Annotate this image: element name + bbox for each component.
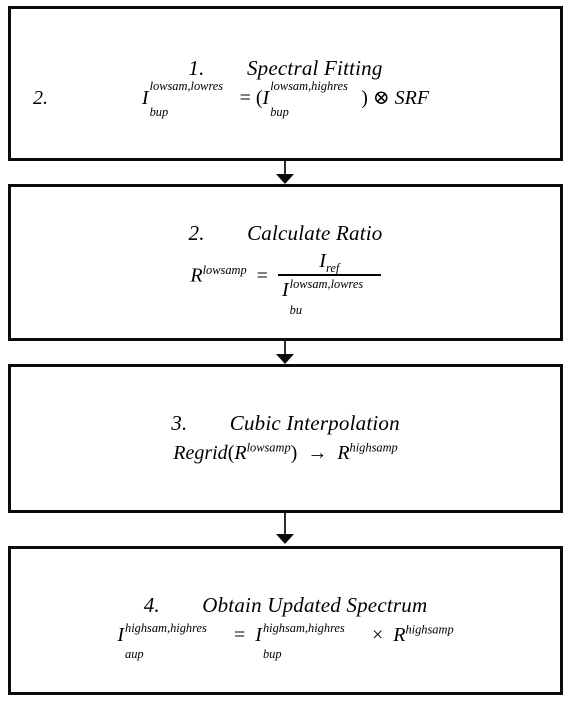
tensor-product-icon: ⊗ [372, 86, 390, 109]
step-3-argument-base: R [234, 441, 247, 464]
connector-line-3 [284, 513, 286, 535]
step-1-rhs-subscript: bup [270, 104, 289, 119]
step-2-relation: = [256, 264, 268, 287]
step-3-result-superscript: highsamp [349, 440, 398, 455]
step-2-fraction: Iref Ilowsam,lowres bu [277, 250, 381, 317]
flowchart-step-2: 2. Calculate Ratio Rlowsamp = Iref Ilows… [8, 184, 563, 341]
connector-line-2 [284, 341, 286, 355]
step-2-lhs-base: R [190, 264, 203, 287]
step-1-lhs-base: I [141, 86, 149, 109]
step-4-rhs-base: I [255, 623, 262, 646]
step-3-content: 3. Cubic Interpolation Regrid(Rlowsamp) … [11, 412, 560, 465]
step-4-lhs-subscript: aup [125, 647, 144, 662]
step-4-rhs-subscript: bup [262, 647, 282, 662]
step-1-operand: SRF [394, 86, 430, 109]
step-1-close-paren: ) [361, 86, 368, 109]
step-2-formula: Rlowsamp = Iref Ilowsam,lowres bu [15, 250, 556, 317]
step-3-argument-superscript: lowsamp [246, 440, 291, 455]
multiplication-icon: × [371, 623, 384, 646]
step-2-numerator-base: I [319, 250, 326, 273]
step-4-title: 4. Obtain Updated Spectrum [143, 593, 428, 618]
flowchart-diagram: 1. Spectral Fitting 2. Ilowsam,lowres bup… [0, 0, 575, 704]
step-2-denominator-subscript: bu [289, 302, 303, 317]
step-2-denominator: Ilowsam,lowres bu [278, 276, 381, 317]
right-arrow-icon: → [307, 441, 328, 464]
step-4-content: 4. Obtain Updated Spectrum Ihighsam,high… [11, 593, 560, 661]
flowchart-step-4: 4. Obtain Updated Spectrum Ihighsam,high… [8, 546, 563, 695]
step-4-formula: Ihighsam,highres aup = Ihighsam,highres bu… [15, 621, 556, 661]
step-2-numerator: Iref [277, 250, 381, 277]
flowchart-step-1: 1. Spectral Fitting 2. Ilowsam,lowres bup… [8, 6, 563, 161]
step-3-close-paren: ) [290, 441, 298, 464]
step-1-equation: Ilowsam,lowres bup = (Ilowsam,highres bup)… [15, 79, 556, 119]
step-2-denominator-superscript: lowsam,lowres [289, 276, 364, 291]
step-4-lhs-base: I [117, 623, 124, 646]
step-3-title: 3. Cubic Interpolation [171, 411, 400, 436]
step-1-rhs-base: I [262, 86, 270, 109]
down-arrow-icon-3 [276, 534, 294, 544]
step-4-operand-superscript: highsamp [405, 622, 454, 637]
step-2-numerator-subscript: ref [325, 261, 340, 276]
step-1-formula: 2. Ilowsam,lowres bup = (Ilowsam,highres b… [15, 79, 556, 119]
step-1-open-paren: ( [255, 86, 263, 109]
step-1-title: 1. Spectral Fitting [188, 56, 383, 81]
step-4-rhs-superscript: highsam,highres [262, 621, 345, 636]
step-3-function-name: Regrid [173, 441, 228, 464]
step-3-result-base: R [337, 441, 350, 464]
step-1-lhs-superscript: lowsam,lowres [149, 78, 224, 93]
step-2-lhs-superscript: lowsamp [202, 263, 247, 278]
step-1-stray-enumerator: 2. [33, 86, 48, 109]
step-2-denominator-base: I [281, 279, 289, 302]
step-2-content: 2. Calculate Ratio Rlowsamp = Iref Ilows… [11, 220, 560, 317]
step-4-lhs-superscript: highsam,highres [125, 621, 207, 636]
step-4-relation: = [234, 623, 246, 646]
step-2-title: 2. Calculate Ratio [188, 220, 383, 245]
step-3-formula: Regrid(Rlowsamp) → Rhighsamp [15, 440, 556, 465]
down-arrow-icon-1 [276, 174, 294, 184]
step-1-lhs-subscript: bup [149, 104, 169, 119]
step-4-operand-base: R [393, 623, 406, 646]
step-1-content: 1. Spectral Fitting 2. Ilowsam,lowres bup… [11, 56, 560, 119]
step-1-rhs-superscript: lowsam,highres [270, 78, 348, 93]
step-1-relation: = [239, 86, 251, 109]
flowchart-step-3: 3. Cubic Interpolation Regrid(Rlowsamp) … [8, 364, 563, 513]
down-arrow-icon-2 [276, 354, 294, 364]
